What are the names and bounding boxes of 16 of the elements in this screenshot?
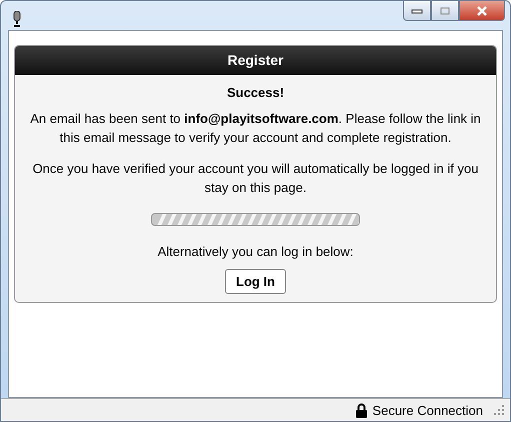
lock-icon bbox=[356, 402, 368, 418]
close-button[interactable] bbox=[459, 1, 505, 21]
verify-note: Once you have verified your account you will automatically be logged in if you stay on this page. bbox=[32, 160, 480, 197]
close-icon bbox=[476, 6, 488, 16]
maximize-icon bbox=[440, 6, 450, 14]
login-button[interactable]: Log In bbox=[225, 269, 286, 294]
login-prompt: Alternatively you can log in below: bbox=[158, 243, 354, 261]
minimize-button[interactable] bbox=[403, 1, 431, 21]
microphone-icon bbox=[12, 11, 22, 27]
status-text: Secure Connection bbox=[372, 402, 483, 418]
resize-grip-icon bbox=[494, 405, 504, 415]
success-heading: Success! bbox=[226, 85, 284, 100]
maximize-button[interactable] bbox=[431, 1, 459, 21]
minimize-icon bbox=[411, 8, 423, 14]
panel-title: Register bbox=[15, 46, 496, 75]
email-message: An email has been sent to info@playitsoftware.com. Please follow the link in this email message to verify your account and complete registration. bbox=[29, 110, 482, 147]
